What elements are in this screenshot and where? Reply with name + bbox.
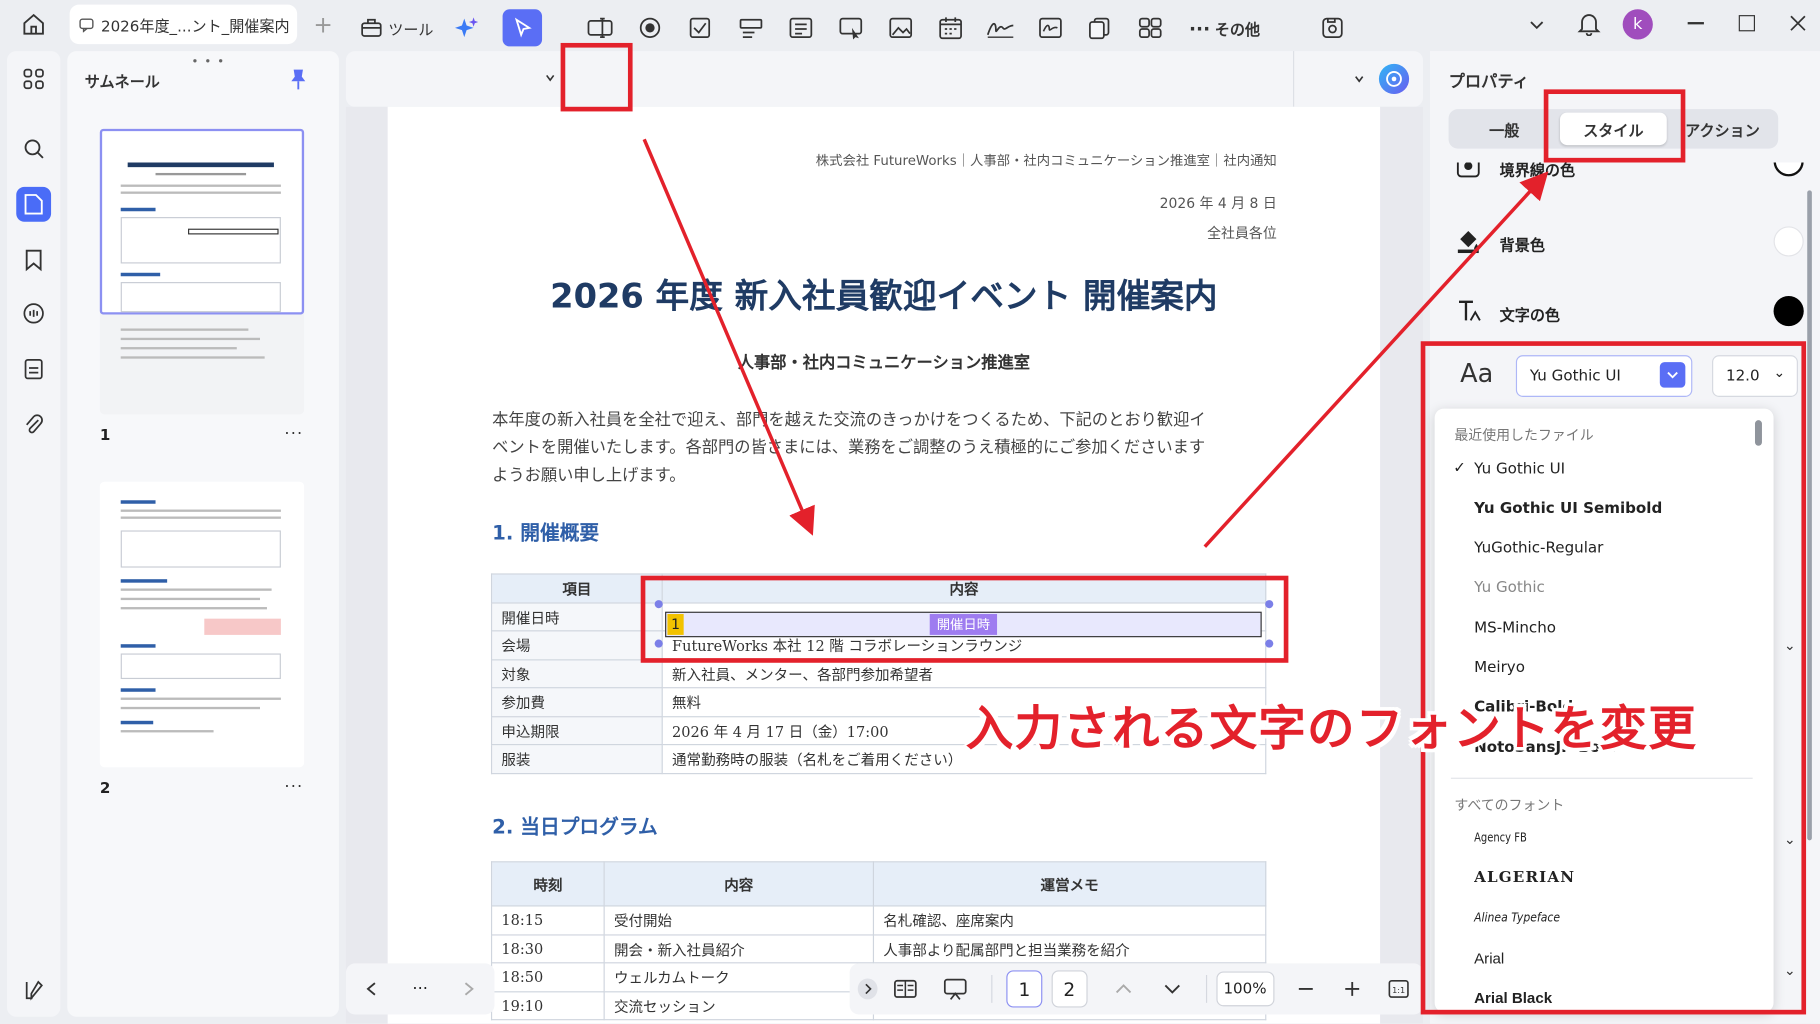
annotation-arrows xyxy=(642,138,1549,548)
arrow-to-style-tab xyxy=(1203,171,1549,548)
annotation-caption: 入力される文字のフォントを変更 xyxy=(965,701,1697,757)
arrow-to-field xyxy=(642,138,815,536)
